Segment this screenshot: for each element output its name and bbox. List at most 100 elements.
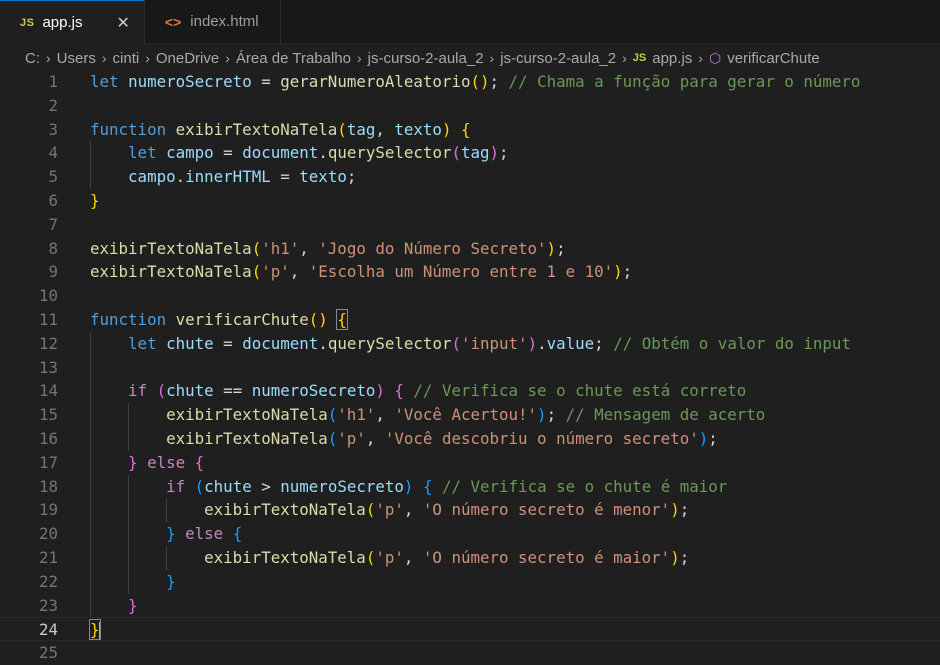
- code-line[interactable]: 5 campo.innerHTML = texto;: [0, 165, 940, 189]
- code-token: ;: [499, 143, 509, 163]
- breadcrumb-item[interactable]: C:: [25, 50, 40, 67]
- code-line[interactable]: 18 if (chute > numeroSecreto) { // Verif…: [0, 475, 940, 499]
- breadcrumb-item[interactable]: Users: [57, 50, 96, 67]
- code-token: ,: [403, 500, 423, 520]
- line-number: 15: [38, 405, 58, 425]
- html-file-icon: <>: [164, 13, 182, 30]
- breadcrumb-item[interactable]: app.js: [652, 50, 692, 67]
- line-number: 18: [38, 476, 58, 496]
- code-token: {: [394, 381, 404, 401]
- code-token: >: [251, 476, 281, 496]
- code-line[interactable]: 14 if (chute == numeroSecreto) { // Veri…: [0, 379, 940, 403]
- code-token: {: [194, 452, 205, 472]
- code-line[interactable]: 17 } else {: [0, 451, 940, 475]
- code-line[interactable]: 19 exibirTextoNaTela('p', 'O número secr…: [0, 498, 940, 522]
- code-line[interactable]: 7: [0, 213, 940, 237]
- code-token: (): [470, 72, 490, 91]
- code-token: ,: [365, 429, 385, 448]
- breadcrumb-item[interactable]: verificarChute: [727, 50, 820, 67]
- code-token: chute: [166, 333, 214, 353]
- code-line[interactable]: 15 exibirTextoNaTela('h1', 'Você Acertou…: [0, 403, 940, 427]
- code-line[interactable]: 23 }: [0, 594, 940, 618]
- code-token: verificarChute: [175, 310, 309, 329]
- code-token: (: [327, 429, 338, 448]
- code-line[interactable]: 4 let campo = document.querySelector(tag…: [0, 141, 940, 165]
- breadcrumb-item[interactable]: js-curso-2-aula_2: [368, 50, 484, 67]
- code-token: campo: [166, 143, 214, 163]
- code-token: 'p': [375, 548, 404, 567]
- code-line[interactable]: 20 } else {: [0, 522, 940, 546]
- line-number: 19: [38, 500, 58, 520]
- line-number: 9: [48, 262, 58, 282]
- chevron-right-icon: ›: [101, 50, 107, 66]
- line-number: 14: [38, 381, 58, 401]
- code-line[interactable]: 13: [0, 356, 940, 380]
- breadcrumb-item[interactable]: cinti: [113, 50, 140, 67]
- code-line[interactable]: 3 function exibirTextoNaTela(tag, texto) …: [0, 118, 940, 142]
- code-token: campo: [128, 167, 176, 187]
- code-token: value: [546, 333, 595, 353]
- code-token: function: [90, 310, 167, 329]
- code-token: .: [318, 333, 328, 353]
- code-token: 'O número secreto é maior': [422, 548, 671, 567]
- code-token: let: [128, 143, 157, 163]
- tab-index-html[interactable]: <> index.html: [145, 0, 281, 43]
- code-line[interactable]: 2: [0, 94, 940, 118]
- code-token: ): [670, 500, 680, 520]
- code-token: ;: [594, 333, 614, 353]
- code-line[interactable]: 10: [0, 284, 940, 308]
- code-token: querySelector: [327, 143, 452, 163]
- code-token: exibirTextoNaTela: [90, 238, 252, 258]
- code-token: (): [308, 310, 328, 329]
- breadcrumb-item[interactable]: Área de Trabalho: [236, 50, 351, 67]
- code-text: exibirTextoNaTela('p', 'Escolha um Númer…: [90, 260, 632, 284]
- text-cursor: [98, 621, 101, 640]
- code-token: (: [156, 381, 167, 401]
- code-token: }: [128, 595, 138, 615]
- code-token: ==: [213, 381, 252, 401]
- close-icon[interactable]: ✕: [117, 13, 130, 33]
- code-token: 'O número secreto é menor': [422, 500, 671, 520]
- code-token: .: [537, 333, 547, 353]
- tab-app-js[interactable]: JS app.js ✕: [0, 0, 145, 44]
- breadcrumb-item[interactable]: OneDrive: [156, 50, 219, 67]
- code-token: (: [451, 143, 461, 163]
- chevron-right-icon: ›: [489, 50, 495, 66]
- code-line[interactable]: 8 exibirTextoNaTela('h1', 'Jogo do Número…: [0, 237, 940, 261]
- code-editor[interactable]: 1 let numeroSecreto = gerarNumeroAleatori…: [0, 70, 940, 662]
- code-token: =: [213, 333, 243, 353]
- code-line[interactable]: 9 exibirTextoNaTela('p', 'Escolha um Núme…: [0, 260, 940, 284]
- code-line[interactable]: 22 }: [0, 570, 940, 594]
- code-line[interactable]: 24}: [0, 617, 940, 642]
- code-line[interactable]: 12 let chute = document.querySelector('i…: [0, 332, 940, 356]
- line-number: 4: [48, 143, 58, 163]
- line-number: 6: [48, 191, 58, 210]
- breadcrumb-item[interactable]: js-curso-2-aula_2: [500, 50, 616, 67]
- code-line[interactable]: 6}: [0, 189, 940, 213]
- chevron-right-icon: ›: [225, 50, 230, 66]
- code-token: ,: [299, 238, 319, 258]
- code-token: ;: [489, 72, 509, 91]
- code-text: exibirTextoNaTela('p', 'O número secreto…: [90, 498, 689, 522]
- code-token: ): [698, 429, 709, 448]
- code-token: (: [251, 262, 262, 282]
- code-token: exibirTextoNaTela: [166, 429, 328, 448]
- code-text: exibirTextoNaTela('h1', 'Jogo do Número …: [90, 237, 566, 261]
- code-line[interactable]: 1 let numeroSecreto = gerarNumeroAleatori…: [0, 70, 940, 94]
- code-line[interactable]: 25: [0, 641, 940, 665]
- chevron-right-icon: ›: [145, 50, 150, 66]
- code-token: if: [166, 476, 186, 496]
- code-token: }: [128, 452, 138, 472]
- code-line[interactable]: 21 exibirTextoNaTela('p', 'O número secr…: [0, 546, 940, 570]
- code-token: 'p': [261, 262, 290, 282]
- code-token: exibirTextoNaTela: [175, 119, 338, 139]
- code-token: ;: [679, 500, 690, 520]
- code-line[interactable]: 16 exibirTextoNaTela('p', 'Você descobri…: [0, 427, 940, 451]
- code-line[interactable]: 11 function verificarChute() {: [0, 308, 940, 332]
- chevron-right-icon: ›: [622, 50, 627, 66]
